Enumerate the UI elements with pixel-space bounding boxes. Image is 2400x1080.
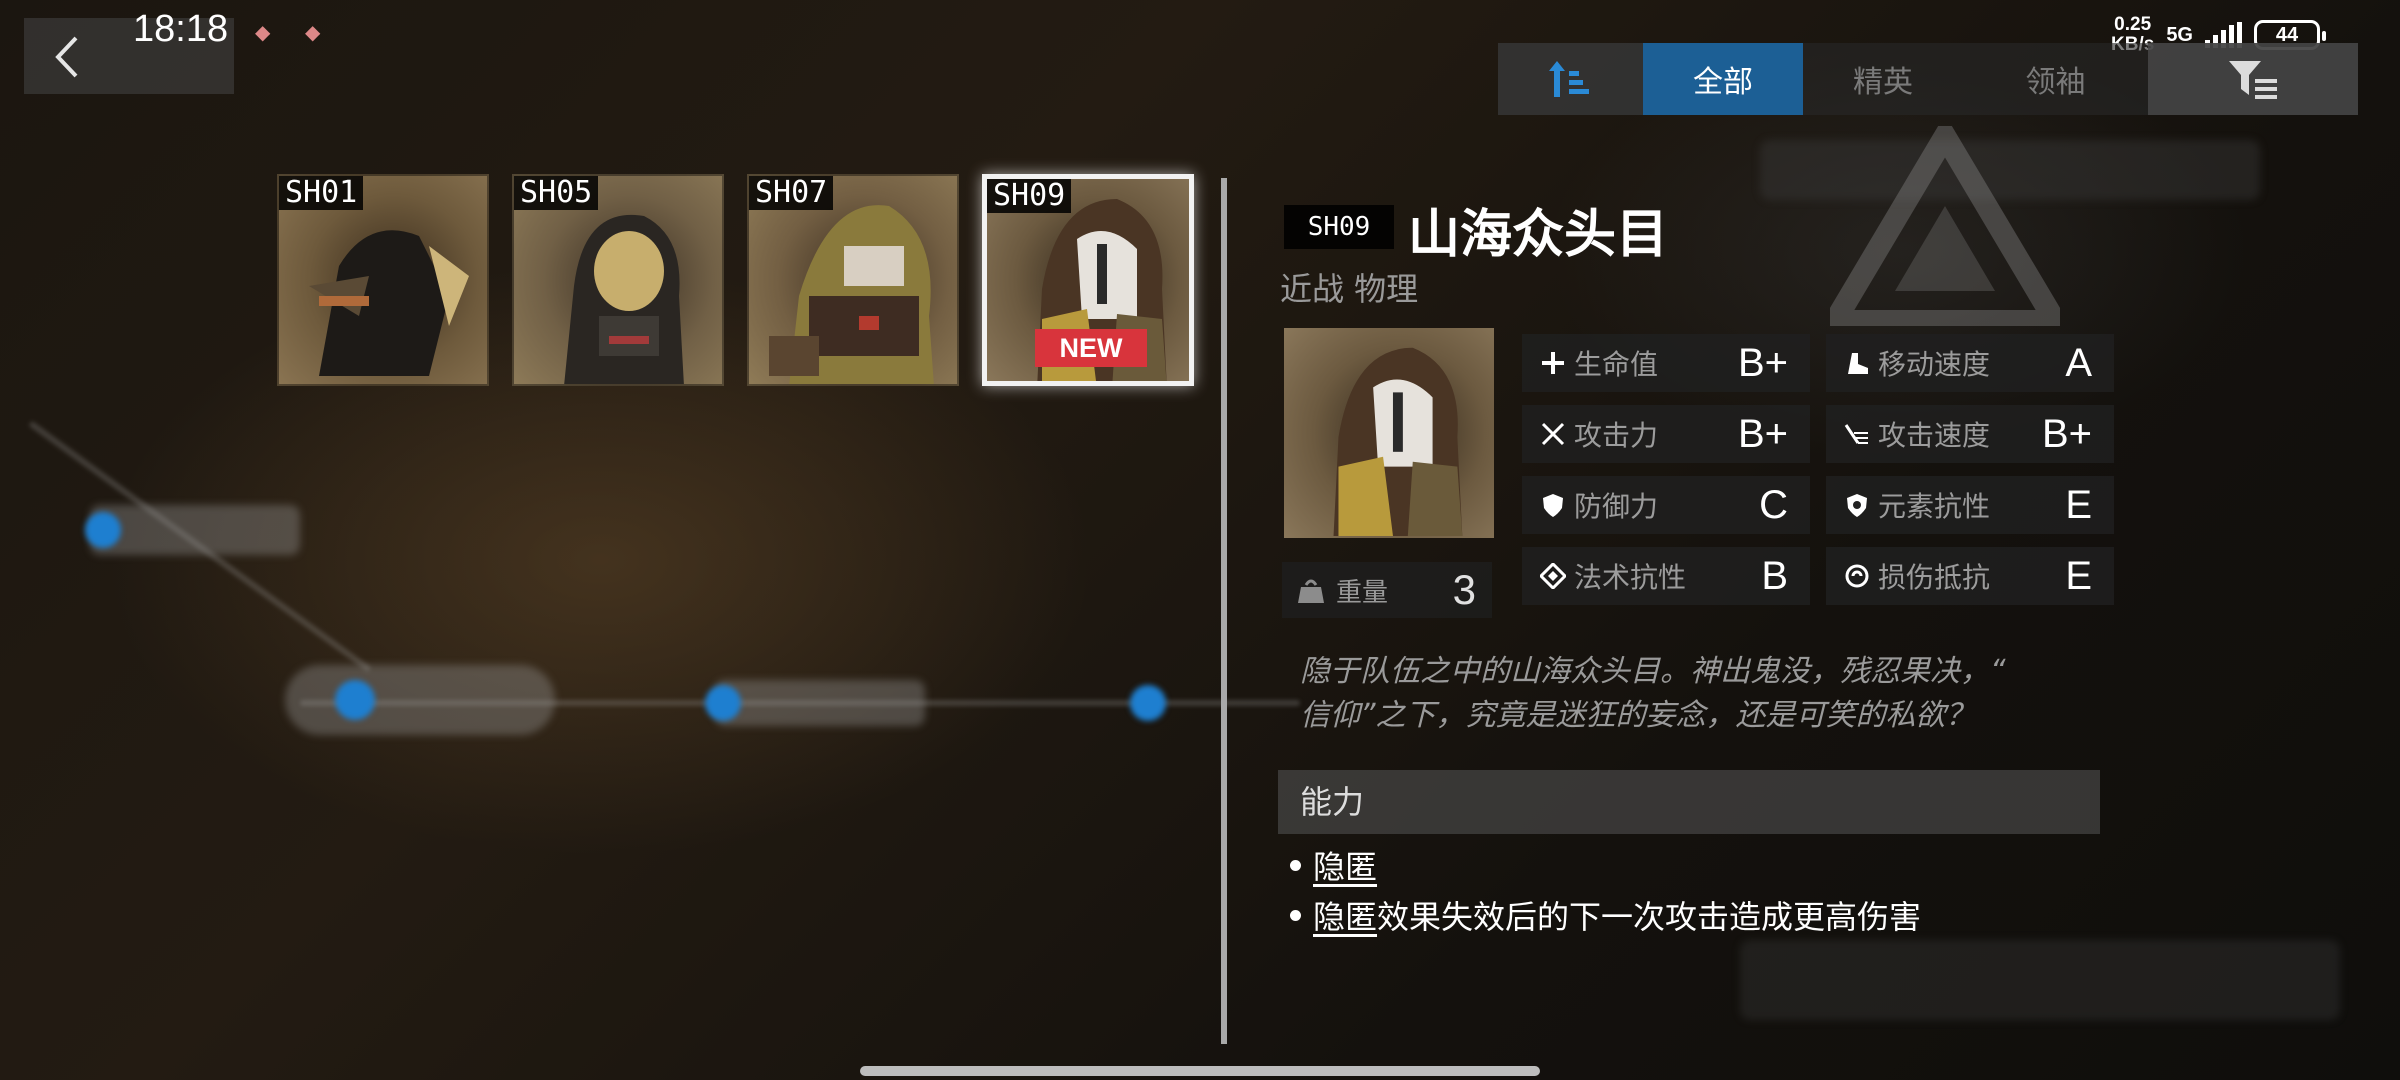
filter-button[interactable]	[2148, 43, 2358, 115]
enemy-card[interactable]: SH01	[277, 174, 489, 386]
panel-divider	[1221, 178, 1227, 1044]
ring-icon	[1842, 561, 1872, 591]
unit-description: 隐于队伍之中的山海众头目。神出鬼没，残忍果决，“ 信仰”之下，究竟是迷狂的妄念，…	[1300, 650, 2120, 738]
ability-keyword-link[interactable]: 隐匿	[1313, 842, 1377, 888]
ability-keyword-link[interactable]: 隐匿	[1313, 892, 1377, 938]
notification-icon: ◆	[305, 20, 321, 44]
enemy-card-selected[interactable]: SH09 NEW	[982, 174, 1194, 386]
faction-logo-icon	[1830, 126, 2060, 326]
ability-text: 效果失效后的下一次攻击造成更高伤害	[1377, 898, 1922, 936]
card-code: SH09	[987, 179, 1072, 213]
enemy-card[interactable]: SH05	[512, 174, 724, 386]
background-node	[715, 680, 925, 726]
sort-button[interactable]	[1498, 43, 1643, 115]
bullet-icon	[1290, 859, 1301, 871]
crossed-swords-icon	[1538, 419, 1568, 449]
weight-box: 重量 3	[1282, 562, 1492, 618]
home-indicator[interactable]	[860, 1066, 1540, 1076]
background-node	[1740, 940, 2340, 1020]
stat-element-resist: 元素抗性 E	[1826, 476, 2114, 534]
diamond-icon	[1538, 561, 1568, 591]
stat-attack-speed: 攻击速度 B+	[1826, 405, 2114, 463]
stat-grade: B+	[1737, 411, 1788, 456]
shield-icon	[1538, 490, 1568, 520]
stat-label: 攻击力	[1574, 419, 1659, 452]
ability-item: 隐匿 效果失效后的下一次攻击造成更高伤害	[1290, 892, 1921, 938]
background-marker	[1130, 685, 1166, 721]
card-code: SH05	[514, 176, 599, 210]
description-line: 隐于队伍之中的山海众头目。神出鬼没，残忍果决，“	[1300, 654, 2006, 689]
enemy-card[interactable]: SH07	[747, 174, 959, 386]
element-shield-icon	[1842, 490, 1872, 520]
unit-type: 近战 物理	[1280, 270, 1419, 308]
tab-leader[interactable]: 领袖	[1963, 43, 2148, 115]
new-badge: NEW	[1035, 329, 1147, 367]
tab-elite[interactable]: 精英	[1803, 43, 1963, 115]
speed-lines-icon	[1842, 419, 1872, 449]
sort-icon	[1548, 61, 1589, 97]
stat-label: 生命值	[1574, 348, 1659, 381]
weight-label: 重量	[1336, 577, 1389, 608]
background-node	[285, 665, 555, 735]
weight-icon	[1298, 579, 1324, 603]
stat-attack: 攻击力 B+	[1522, 405, 1810, 463]
description-line: 信仰”之下，究竟是迷狂的妄念，还是可笑的私欲？	[1300, 698, 1976, 733]
stat-grade: B+	[1737, 340, 1788, 385]
stat-hp: 生命值 B+	[1522, 334, 1810, 392]
unit-name: 山海众头目	[1408, 205, 1669, 265]
chevron-left-icon	[55, 36, 78, 78]
enemy-portrait	[1333, 347, 1463, 537]
ability-item: 隐匿	[1290, 842, 1377, 888]
unit-portrait	[1284, 328, 1494, 538]
stat-arts-resist: 法术抗性 B	[1522, 547, 1810, 605]
stat-grade: A	[2065, 340, 2092, 385]
tab-all[interactable]: 全部	[1643, 43, 1803, 115]
stat-defense: 防御力 C	[1522, 476, 1810, 534]
filter-icon	[2229, 61, 2277, 99]
status-time: 18:18	[133, 8, 229, 50]
stat-damage-resist: 损伤抵抗 E	[1826, 547, 2114, 605]
ability-header: 能力	[1278, 770, 2100, 834]
stat-label: 移动速度	[1878, 348, 1991, 381]
boot-icon	[1842, 348, 1872, 378]
weight-value: 3	[1452, 566, 1476, 613]
stat-grade: E	[2065, 482, 2092, 527]
background-marker	[85, 512, 121, 548]
stat-grade: B	[1761, 553, 1788, 598]
plus-icon	[1538, 348, 1568, 378]
background-marker	[705, 685, 741, 721]
stat-grade: B+	[2041, 411, 2092, 456]
background-node	[90, 505, 300, 555]
bullet-icon	[1290, 909, 1301, 921]
notification-icon: ◆	[255, 20, 271, 44]
stat-grade: C	[1759, 482, 1788, 527]
stat-grade: E	[2065, 553, 2092, 598]
stat-move-speed: 移动速度 A	[1826, 334, 2114, 392]
stat-label: 元素抗性	[1878, 490, 1991, 523]
card-code: SH07	[749, 176, 834, 210]
stat-label: 法术抗性	[1574, 561, 1687, 594]
background-marker	[335, 680, 375, 720]
filter-tabs: 全部 精英 领袖	[1498, 43, 2358, 115]
stat-label: 防御力	[1574, 490, 1659, 523]
stat-label: 损伤抵抗	[1878, 561, 1991, 594]
card-code: SH01	[279, 176, 364, 210]
stat-label: 攻击速度	[1878, 419, 1991, 452]
unit-code: SH09	[1284, 205, 1394, 249]
